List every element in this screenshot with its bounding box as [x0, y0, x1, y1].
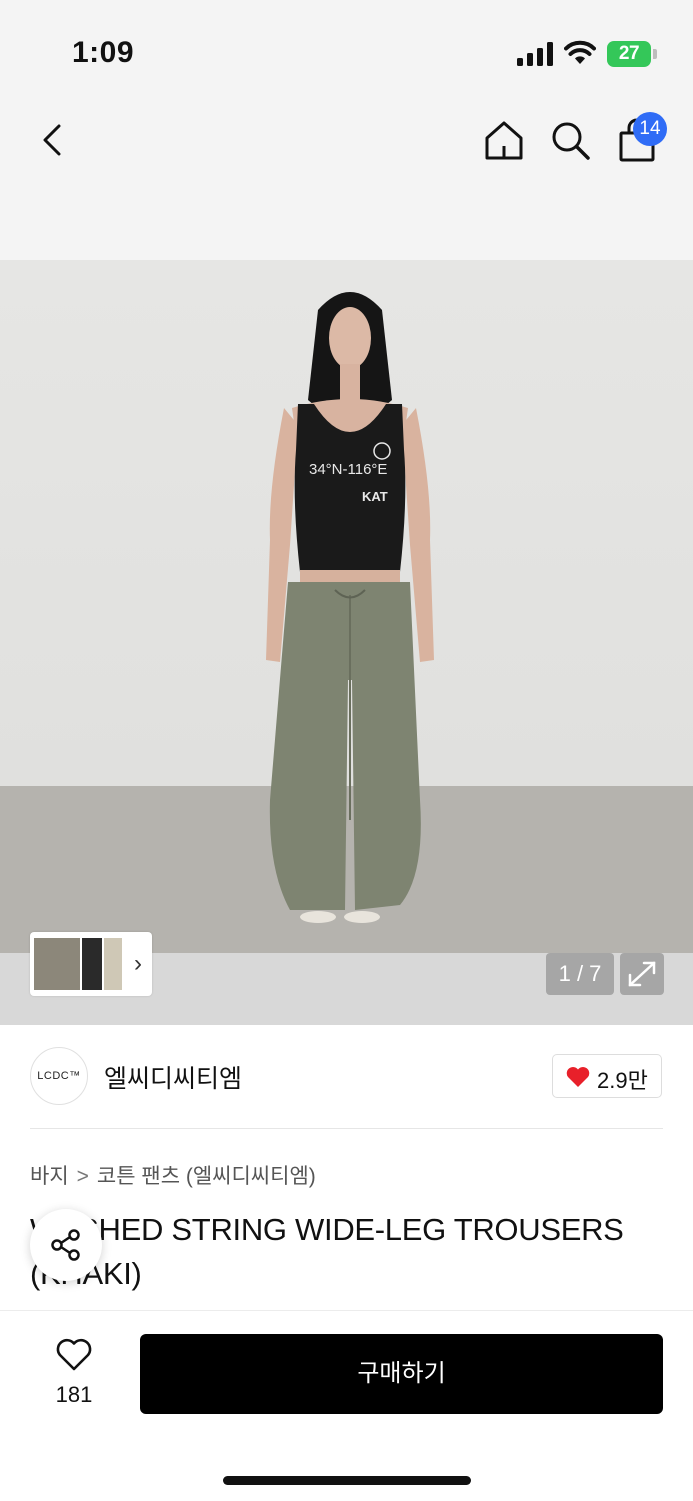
thumbnail-beige[interactable]	[104, 938, 122, 990]
chevron-left-icon	[43, 124, 61, 156]
share-button[interactable]	[30, 1209, 102, 1281]
product-image[interactable]: 34°N-116°E KAT	[0, 260, 693, 953]
color-thumbnails[interactable]: ›	[30, 932, 152, 996]
battery-nub	[653, 49, 657, 59]
wishlist-button[interactable]: 181	[44, 1338, 104, 1412]
status-bar: 1:09 27	[0, 0, 693, 100]
cart-count-badge: 14	[633, 112, 667, 146]
status-time: 1:09	[72, 36, 135, 69]
product-title: WASHED STRING WIDE-LEG TROUSERS (KHAKI)	[30, 1212, 624, 1291]
wifi-icon	[564, 40, 596, 64]
battery-indicator: 27	[607, 41, 651, 67]
image-counter: 1 / 7	[546, 953, 614, 995]
heart-outline-icon	[56, 1338, 92, 1371]
search-icon	[552, 122, 590, 160]
home-indicator[interactable]	[223, 1476, 471, 1485]
share-icon	[51, 1229, 80, 1261]
home-icon	[485, 121, 523, 160]
brand-name[interactable]: 엘씨디씨티엠	[104, 1059, 242, 1095]
battery-level: 27	[618, 43, 640, 64]
expand-image-button[interactable]	[620, 953, 664, 995]
cellular-signal-icon	[517, 42, 553, 66]
brand-like-count: 2.9만	[597, 1068, 648, 1093]
thumbnail-black[interactable]	[82, 938, 102, 990]
chevron-right-icon: ›	[134, 950, 142, 977]
breadcrumb-separator: >	[76, 1165, 89, 1188]
wishlist-count: 181	[55, 1382, 93, 1407]
shirt-print-brand: KAT	[362, 489, 388, 504]
brand-logo[interactable]: LCDC™	[30, 1047, 88, 1105]
breadcrumb-category[interactable]: 바지	[30, 1165, 69, 1188]
search-button[interactable]	[548, 118, 592, 162]
heart-filled-icon	[566, 1067, 590, 1087]
expand-icon	[628, 961, 656, 987]
shirt-print-coords: 34°N-116°E	[309, 461, 387, 478]
buy-button[interactable]: 구매하기	[140, 1334, 663, 1414]
home-button[interactable]	[482, 118, 526, 162]
nav-bar	[0, 100, 693, 260]
back-button[interactable]	[34, 120, 74, 160]
brand-like-button[interactable]: 2.9만	[552, 1054, 662, 1098]
breadcrumb: 바지 > 코튼 팬츠 (엘씨디씨티엠)	[30, 1160, 316, 1190]
thumbnail-khaki[interactable]	[34, 938, 80, 990]
breadcrumb-subcategory[interactable]: 코튼 팬츠 (엘씨디씨티엠)	[97, 1165, 316, 1188]
model-photo: 34°N-116°E KAT	[0, 292, 693, 953]
section-divider	[30, 1128, 663, 1129]
